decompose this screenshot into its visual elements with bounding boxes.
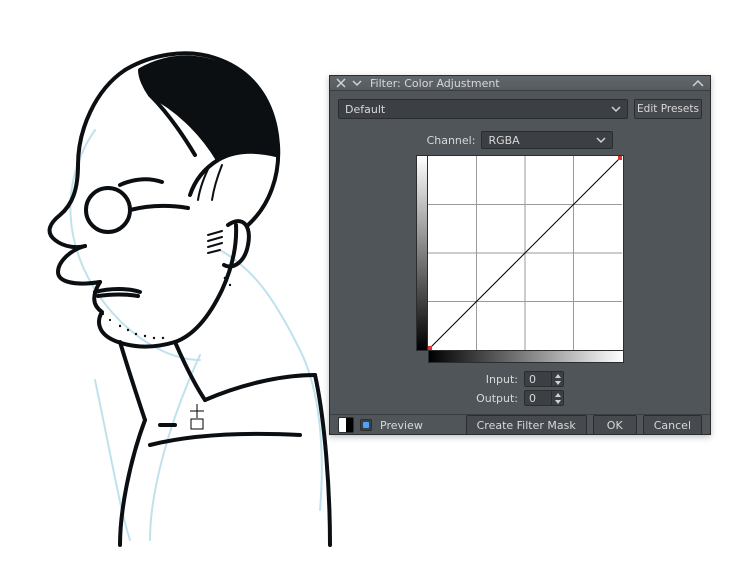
- cancel-button[interactable]: Cancel: [643, 415, 702, 435]
- output-label: Output:: [476, 392, 518, 405]
- edit-presets-button[interactable]: Edit Presets: [634, 99, 702, 119]
- preset-selected-label: Default: [345, 103, 385, 116]
- input-spinbox[interactable]: 0: [524, 371, 564, 387]
- color-adjustment-dialog: Filter: Color Adjustment Default Edit Pr…: [329, 75, 711, 435]
- shade-icon[interactable]: [350, 76, 364, 90]
- output-gradient: [416, 155, 428, 351]
- before-after-icon[interactable]: [338, 417, 354, 433]
- window-title: Filter: Color Adjustment: [370, 77, 690, 90]
- preset-select[interactable]: Default: [338, 99, 628, 119]
- chevron-down-icon: [611, 104, 621, 114]
- curve-graph[interactable]: [428, 155, 624, 351]
- dialog-bottombar: Preview Create Filter Mask OK Cancel: [330, 414, 710, 435]
- input-label: Input:: [476, 373, 518, 386]
- chevron-down-icon: [596, 135, 606, 145]
- input-value[interactable]: 0: [525, 372, 551, 386]
- output-spinbox[interactable]: 0: [524, 390, 564, 406]
- curve-point-high[interactable]: [618, 156, 622, 160]
- preview-label: Preview: [380, 419, 423, 432]
- channel-selected-label: RGBA: [488, 134, 519, 147]
- ok-label: OK: [607, 419, 623, 432]
- output-value[interactable]: 0: [525, 391, 551, 405]
- ok-button[interactable]: OK: [593, 415, 637, 435]
- dialog-content: Default Edit Presets Channel: RGBA: [330, 91, 710, 414]
- input-step-down[interactable]: [552, 379, 563, 386]
- curve-panel: Channel: RGBA: [338, 131, 702, 406]
- curve-point-low[interactable]: [428, 346, 432, 350]
- detach-icon[interactable]: [690, 76, 706, 90]
- titlebar[interactable]: Filter: Color Adjustment: [330, 76, 710, 91]
- cancel-label: Cancel: [654, 419, 691, 432]
- output-step-up[interactable]: [552, 391, 563, 398]
- output-step-down[interactable]: [552, 398, 563, 405]
- input-step-up[interactable]: [552, 372, 563, 379]
- create-filter-mask-button[interactable]: Create Filter Mask: [466, 415, 587, 435]
- input-gradient: [428, 351, 624, 363]
- create-filter-mask-label: Create Filter Mask: [477, 419, 576, 432]
- channel-select[interactable]: RGBA: [481, 131, 613, 149]
- close-icon[interactable]: [334, 76, 348, 90]
- preview-checkbox[interactable]: [360, 419, 372, 431]
- channel-label: Channel:: [427, 134, 476, 147]
- edit-presets-label: Edit Presets: [637, 103, 699, 115]
